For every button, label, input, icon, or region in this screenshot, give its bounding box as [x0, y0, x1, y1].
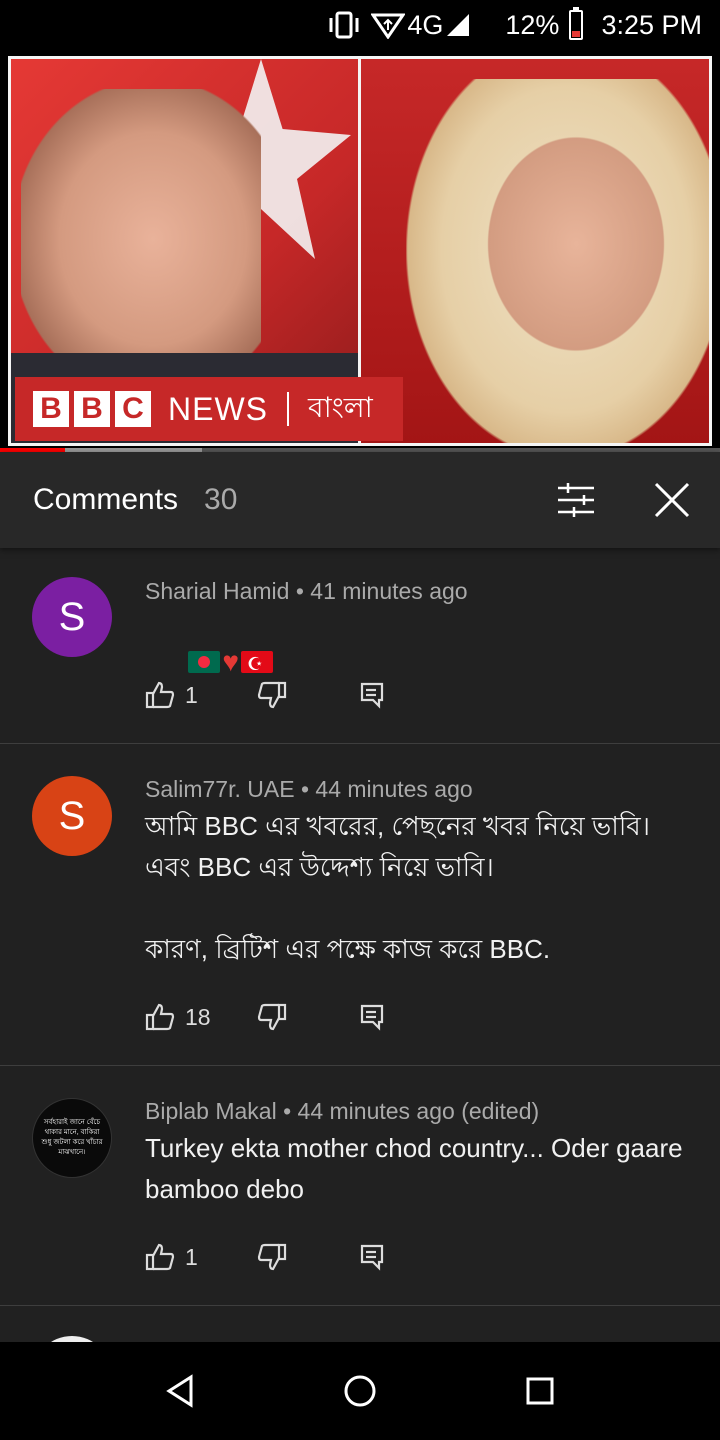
left-portrait [21, 89, 261, 389]
right-portrait [481, 129, 671, 359]
comment-item: S Salim77r. UAE • 44 minutes ago আমি BBC… [0, 744, 720, 1066]
turkey-flag-icon [240, 648, 273, 680]
comment-meta: Salim77r. UAE • 44 minutes ago [145, 776, 473, 803]
like-count: 18 [185, 1003, 211, 1030]
red-heart-icon: ♥ [222, 646, 239, 678]
vibrate-icon [327, 11, 361, 39]
bbc-letter: B [33, 391, 69, 427]
thumbs-down-icon [257, 1243, 287, 1271]
bbc-letter: B [74, 391, 110, 427]
like-count: 1 [185, 681, 198, 708]
comment-actions: 1 [145, 1237, 385, 1277]
clock: 3:25 PM [601, 9, 702, 40]
avatar[interactable]: S [32, 776, 112, 856]
battery-icon [569, 7, 584, 40]
battery-percent: 12% [505, 9, 560, 40]
avatar[interactable]: সর্বহারাই জানে বেঁচে থাকার মানে, বাকিরা … [32, 1098, 112, 1178]
meta-separator: • [276, 1098, 298, 1124]
meta-separator: • [289, 578, 311, 604]
bbc-news-text: NEWS [168, 390, 268, 427]
dislike-button[interactable] [257, 681, 287, 709]
comment-item: সর্বহারাই জানে বেঁচে থাকার মানে, বাকিরা … [0, 1066, 720, 1306]
comment-text: Turkey ekta mother chod country... Oder … [145, 1133, 690, 1204]
bbc-news-banner: B B C NEWS বাংলা [15, 377, 403, 441]
video-thumbnail: B B C NEWS বাংলা [8, 56, 712, 446]
reply-icon [360, 1004, 384, 1031]
thumbs-down-icon [257, 1003, 287, 1031]
comments-title: Comments [33, 483, 179, 516]
nav-bar [0, 1342, 720, 1440]
thumbs-up-icon [145, 681, 175, 709]
like-button[interactable]: 18 [145, 1003, 225, 1031]
signal-icon [445, 12, 471, 38]
comments-header: Comments 30 [0, 452, 720, 548]
comment-text: আমি BBC এর খবরের, পেছনের খবর নিয়ে ভাবি।… [145, 811, 651, 964]
reply-button[interactable] [359, 1243, 385, 1271]
status-bar: 4G 12% 3:25 PM [0, 0, 720, 50]
filter-icon[interactable] [554, 478, 598, 522]
comment-meta: Biplab Makal • 44 minutes ago (edited) [145, 1098, 539, 1125]
reply-button[interactable] [359, 681, 385, 709]
bangladesh-flag-icon [188, 651, 221, 674]
dislike-button[interactable] [257, 1243, 287, 1271]
data-saver-icon [371, 11, 406, 39]
dislike-button[interactable] [257, 1003, 287, 1031]
reply-icon [360, 1244, 384, 1271]
thumbs-down-icon [257, 681, 287, 709]
close-icon[interactable] [650, 478, 694, 522]
comment-actions: 18 [145, 997, 385, 1037]
comment-time: 44 minutes ago (edited) [297, 1098, 540, 1124]
comment-list[interactable]: S Sharial Hamid • 41 minutes ago ♥ 1 S [0, 548, 720, 1342]
comment-meta: Sharial Hamid • 41 minutes ago [145, 578, 468, 605]
reply-button[interactable] [359, 1003, 385, 1031]
comment-author[interactable]: Sharial Hamid [145, 578, 289, 604]
meta-separator: • [294, 776, 316, 802]
comment-author[interactable]: Salim77r. UAE [145, 776, 295, 802]
avatar-letter: S [58, 594, 86, 639]
bbc-language: বাংলা [308, 391, 373, 423]
back-icon[interactable] [160, 1371, 200, 1411]
banner-separator [287, 392, 289, 426]
like-button[interactable]: 1 [145, 1243, 225, 1271]
avatar-letter: S [58, 793, 86, 838]
comments-count: 30 [204, 483, 238, 516]
avatar-image-text: সর্বহারাই জানে বেঁচে থাকার মানে, বাকিরা … [41, 1119, 103, 1156]
comment-time: 44 minutes ago [315, 776, 473, 802]
reply-icon [360, 682, 384, 709]
recents-icon[interactable] [520, 1371, 560, 1411]
home-icon[interactable] [340, 1371, 380, 1411]
video-player[interactable]: B B C NEWS বাংলা [0, 50, 720, 450]
bbc-letter: C [115, 391, 151, 427]
avatar[interactable]: S [32, 577, 112, 657]
comment-time: 41 minutes ago [310, 578, 468, 604]
comment-author[interactable]: Biplab Makal [145, 1098, 277, 1124]
thumbs-up-icon [145, 1003, 175, 1031]
comment-actions: 1 [145, 675, 385, 715]
like-count: 1 [185, 1243, 198, 1270]
network-type: 4G [407, 9, 444, 40]
thumbs-up-icon [145, 1243, 175, 1271]
comment-item: S Sharial Hamid • 41 minutes ago ♥ 1 [0, 548, 720, 744]
like-button[interactable]: 1 [145, 681, 225, 709]
